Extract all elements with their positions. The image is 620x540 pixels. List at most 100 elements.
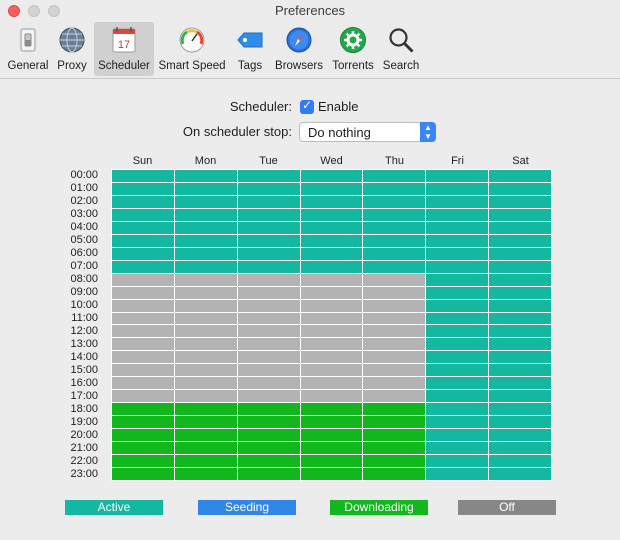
schedule-cell[interactable] — [174, 377, 237, 390]
schedule-cell[interactable] — [363, 312, 426, 325]
schedule-cell[interactable] — [489, 299, 551, 312]
schedule-cell[interactable] — [363, 468, 426, 480]
schedule-cell[interactable] — [426, 338, 489, 351]
schedule-cell[interactable] — [300, 234, 363, 247]
schedule-cell[interactable] — [489, 312, 551, 325]
legend-off[interactable]: Off — [458, 500, 556, 515]
schedule-cell[interactable] — [237, 403, 300, 416]
tab-search[interactable]: Search — [380, 22, 422, 76]
schedule-cell[interactable] — [174, 234, 237, 247]
schedule-cell[interactable] — [112, 468, 174, 480]
schedule-cell[interactable] — [363, 390, 426, 403]
schedule-cell[interactable] — [174, 403, 237, 416]
schedule-cell[interactable] — [112, 182, 174, 195]
schedule-cell[interactable] — [489, 234, 551, 247]
schedule-cell[interactable] — [489, 208, 551, 221]
schedule-cell[interactable] — [489, 221, 551, 234]
schedule-cell[interactable] — [300, 351, 363, 364]
schedule-cell[interactable] — [363, 208, 426, 221]
schedule-cell[interactable] — [174, 221, 237, 234]
schedule-cell[interactable] — [489, 182, 551, 195]
schedule-cell[interactable] — [426, 377, 489, 390]
schedule-cell[interactable] — [363, 429, 426, 442]
tab-proxy[interactable]: Proxy — [52, 22, 92, 76]
schedule-cell[interactable] — [489, 195, 551, 208]
schedule-cell[interactable] — [300, 442, 363, 455]
schedule-cell[interactable] — [300, 195, 363, 208]
schedule-cell[interactable] — [426, 390, 489, 403]
schedule-cell[interactable] — [363, 455, 426, 468]
schedule-cell[interactable] — [426, 170, 489, 182]
schedule-cell[interactable] — [426, 416, 489, 429]
schedule-cell[interactable] — [112, 247, 174, 260]
schedule-cell[interactable] — [237, 338, 300, 351]
schedule-cell[interactable] — [426, 468, 489, 480]
schedule-cell[interactable] — [237, 312, 300, 325]
schedule-cell[interactable] — [112, 455, 174, 468]
schedule-cell[interactable] — [489, 377, 551, 390]
schedule-cell[interactable] — [112, 208, 174, 221]
schedule-cell[interactable] — [426, 182, 489, 195]
schedule-cell[interactable] — [426, 364, 489, 377]
schedule-cell[interactable] — [426, 351, 489, 364]
schedule-cell[interactable] — [237, 195, 300, 208]
schedule-cell[interactable] — [237, 416, 300, 429]
schedule-cell[interactable] — [112, 234, 174, 247]
schedule-cell[interactable] — [300, 364, 363, 377]
schedule-cell[interactable] — [174, 247, 237, 260]
legend-downloading[interactable]: Downloading — [330, 500, 428, 515]
schedule-cell[interactable] — [363, 234, 426, 247]
schedule-cell[interactable] — [300, 403, 363, 416]
schedule-cell[interactable] — [363, 403, 426, 416]
schedule-cell[interactable] — [174, 455, 237, 468]
schedule-cell[interactable] — [112, 429, 174, 442]
schedule-cell[interactable] — [489, 416, 551, 429]
schedule-cell[interactable] — [112, 377, 174, 390]
schedule-cell[interactable] — [174, 364, 237, 377]
minimize-button[interactable] — [28, 5, 40, 17]
schedule-cell[interactable] — [174, 312, 237, 325]
schedule-cell[interactable] — [112, 325, 174, 338]
schedule-cell[interactable] — [112, 195, 174, 208]
schedule-cell[interactable] — [426, 299, 489, 312]
tab-general[interactable]: General — [5, 22, 51, 76]
tab-browsers[interactable]: Browsers — [272, 22, 326, 76]
schedule-cell[interactable] — [489, 390, 551, 403]
schedule-cell[interactable] — [300, 377, 363, 390]
schedule-cell[interactable] — [363, 182, 426, 195]
schedule-cell[interactable] — [300, 273, 363, 286]
schedule-cell[interactable] — [174, 182, 237, 195]
schedule-cell[interactable] — [112, 351, 174, 364]
schedule-cell[interactable] — [237, 377, 300, 390]
schedule-cell[interactable] — [426, 208, 489, 221]
schedule-cell[interactable] — [237, 234, 300, 247]
schedule-cell[interactable] — [363, 247, 426, 260]
schedule-cell[interactable] — [237, 442, 300, 455]
schedule-cell[interactable] — [489, 325, 551, 338]
schedule-cell[interactable] — [363, 221, 426, 234]
schedule-cell[interactable] — [237, 468, 300, 480]
schedule-cell[interactable] — [112, 221, 174, 234]
schedule-cell[interactable] — [489, 455, 551, 468]
schedule-cell[interactable] — [300, 170, 363, 182]
schedule-cell[interactable] — [300, 390, 363, 403]
schedule-cell[interactable] — [237, 221, 300, 234]
schedule-cell[interactable] — [112, 260, 174, 273]
schedule-cell[interactable] — [300, 208, 363, 221]
schedule-cell[interactable] — [237, 247, 300, 260]
schedule-cell[interactable] — [426, 429, 489, 442]
schedule-cell[interactable] — [300, 221, 363, 234]
schedule-cell[interactable] — [112, 442, 174, 455]
schedule-cell[interactable] — [489, 247, 551, 260]
legend-active[interactable]: Active — [65, 500, 163, 515]
legend-seeding[interactable]: Seeding — [198, 500, 296, 515]
schedule-cell[interactable] — [112, 286, 174, 299]
schedule-cell[interactable] — [426, 273, 489, 286]
schedule-cell[interactable] — [112, 338, 174, 351]
schedule-cell[interactable] — [237, 170, 300, 182]
schedule-cell[interactable] — [300, 299, 363, 312]
schedule-cell[interactable] — [112, 403, 174, 416]
schedule-cell[interactable] — [426, 325, 489, 338]
schedule-cell[interactable] — [237, 208, 300, 221]
schedule-cell[interactable] — [112, 364, 174, 377]
